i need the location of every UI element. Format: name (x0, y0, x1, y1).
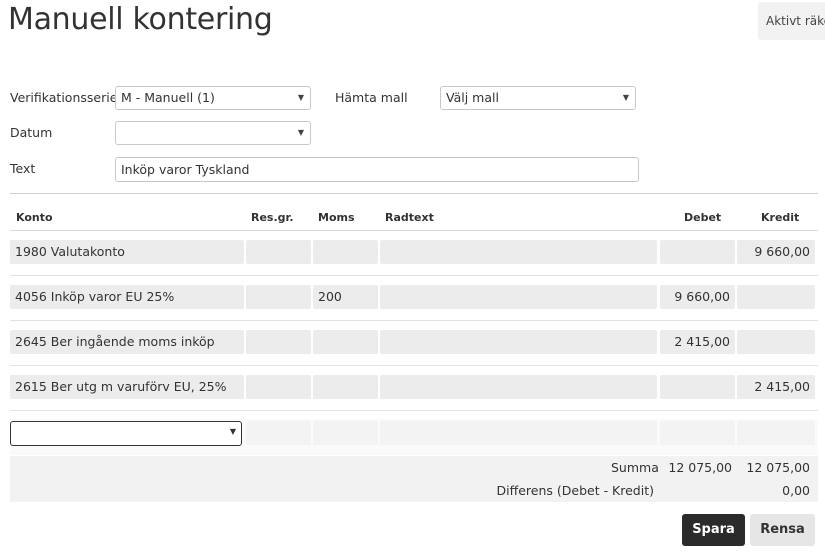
col-header-debet: Debet (684, 211, 722, 224)
summa-kredit: 12 075,00 (746, 460, 810, 475)
resgr-cell[interactable] (246, 330, 311, 354)
col-header-konto: Konto (16, 211, 53, 224)
new-resgr-cell[interactable] (246, 421, 311, 445)
diff-value: 0,00 (782, 483, 810, 498)
row-divider (10, 410, 818, 411)
summa-label: Summa (611, 460, 659, 475)
new-debet-cell[interactable] (660, 421, 735, 445)
template-value: Välj mall (446, 90, 499, 105)
moms-cell[interactable]: 200 (313, 285, 378, 309)
konto-cell[interactable]: 4056 Inköp varor EU 25% (10, 285, 244, 309)
resgr-cell[interactable] (246, 240, 311, 264)
page-title: Manuell kontering (8, 2, 273, 37)
radtext-cell[interactable] (380, 240, 657, 264)
kredit-cell[interactable] (737, 330, 815, 354)
debet-cell[interactable] (660, 375, 735, 399)
resgr-cell[interactable] (246, 285, 311, 309)
header-divider (10, 230, 818, 231)
diff-label: Differens (Debet - Kredit) (496, 483, 654, 498)
col-header-resgr: Res.gr. (251, 211, 294, 224)
konto-cell[interactable]: 2615 Ber utg m varuförv EU, 25% (10, 375, 244, 399)
moms-cell[interactable] (313, 375, 378, 399)
caret-down-icon: ▼ (297, 93, 304, 102)
active-fiscal-year-button[interactable]: Aktivt räke (758, 2, 825, 40)
caret-down-icon: ▼ (229, 427, 236, 436)
row-divider (10, 275, 818, 276)
konto-cell[interactable]: 2645 Ber ingående moms inköp (10, 330, 244, 354)
text-input[interactable]: Inköp varor Tyskland (115, 157, 639, 182)
clear-button[interactable]: Rensa (750, 514, 815, 546)
date-select[interactable]: ▼ (115, 121, 311, 145)
moms-cell[interactable] (313, 330, 378, 354)
summa-debet: 12 075,00 (668, 460, 732, 475)
template-select[interactable]: Välj mall ▼ (440, 86, 636, 110)
radtext-cell[interactable] (380, 285, 657, 309)
save-button[interactable]: Spara (682, 514, 745, 546)
text-label: Text (10, 161, 36, 176)
resgr-cell[interactable] (246, 375, 311, 399)
divider (10, 193, 818, 194)
kredit-cell[interactable]: 9 660,00 (737, 240, 815, 264)
new-konto-select[interactable]: ▼ (10, 421, 242, 446)
series-value: M - Manuell (1) (121, 90, 215, 105)
date-label: Datum (10, 125, 53, 140)
col-header-kredit: Kredit (761, 211, 800, 224)
new-moms-cell[interactable] (313, 421, 378, 445)
row-divider (10, 365, 818, 366)
debet-cell[interactable]: 9 660,00 (660, 285, 735, 309)
radtext-cell[interactable] (380, 375, 657, 399)
new-radtext-cell[interactable] (380, 421, 657, 445)
debet-cell[interactable]: 2 415,00 (660, 330, 735, 354)
kredit-cell[interactable] (737, 285, 815, 309)
moms-cell[interactable] (313, 240, 378, 264)
konto-cell[interactable]: 1980 Valutakonto (10, 240, 244, 264)
caret-down-icon: ▼ (622, 93, 629, 102)
kredit-cell[interactable]: 2 415,00 (737, 375, 815, 399)
template-label: Hämta mall (335, 90, 408, 105)
col-header-radtext: Radtext (385, 211, 434, 224)
row-divider (10, 320, 818, 321)
col-header-moms: Moms (318, 211, 355, 224)
radtext-cell[interactable] (380, 330, 657, 354)
series-select[interactable]: M - Manuell (1) ▼ (115, 86, 311, 110)
debet-cell[interactable] (660, 240, 735, 264)
series-label: Verifikationsserie (10, 90, 118, 105)
new-kredit-cell[interactable] (737, 421, 815, 445)
caret-down-icon: ▼ (297, 128, 304, 137)
